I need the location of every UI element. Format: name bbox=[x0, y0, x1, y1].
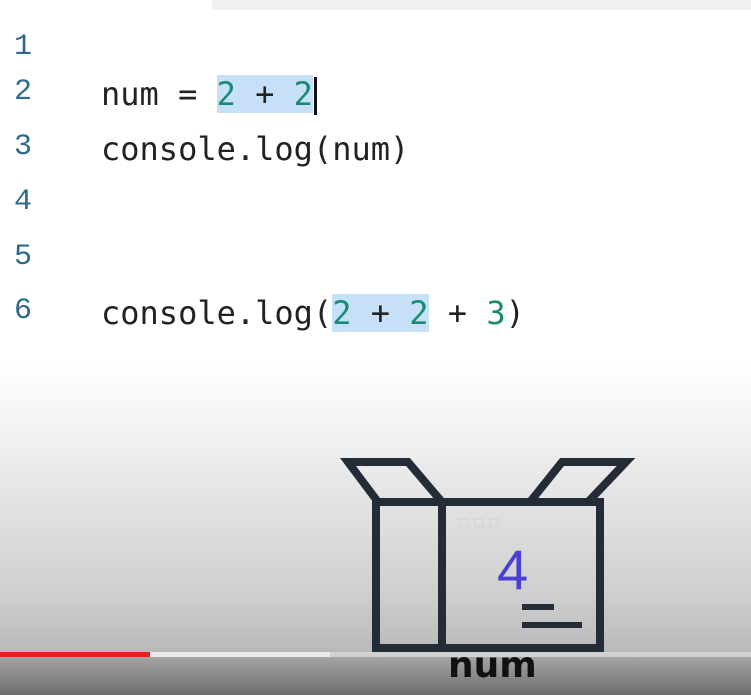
number-literal: 3 bbox=[486, 294, 506, 332]
code-line-4: 4 bbox=[0, 185, 751, 239]
code-line-6[interactable]: 6 console.log(2 + 2 + 3) bbox=[0, 294, 751, 348]
number-literal: 2 bbox=[216, 75, 236, 113]
text-cursor bbox=[313, 77, 317, 115]
progress-played bbox=[0, 652, 150, 657]
code-line-3[interactable]: 3 console.log(num) bbox=[0, 130, 751, 184]
line-number: 5 bbox=[14, 240, 33, 274]
number-literal: 2 bbox=[409, 294, 429, 332]
line-number: 6 bbox=[14, 294, 33, 328]
selection-highlight: 2 + 2 bbox=[332, 294, 429, 332]
top-bar bbox=[212, 0, 751, 10]
line-number: 1 bbox=[14, 30, 33, 64]
close-paren: ) bbox=[505, 294, 525, 332]
code-line-2[interactable]: 2 num = 2 + 2 bbox=[0, 75, 751, 129]
video-progress-bar[interactable] bbox=[0, 652, 751, 657]
code-line-5: 5 bbox=[0, 240, 751, 294]
player-shade bbox=[0, 657, 751, 695]
box-right-flap bbox=[521, 458, 636, 506]
code-text[interactable]: console.log(num) bbox=[101, 130, 409, 168]
box-value: 4 bbox=[497, 538, 529, 601]
line-number: 4 bbox=[14, 185, 33, 219]
selection-highlight: 2 + 2 bbox=[216, 75, 313, 113]
code-prefix: num = bbox=[101, 75, 217, 113]
number-literal: 2 bbox=[332, 294, 352, 332]
operator: + bbox=[428, 294, 487, 332]
code-editor[interactable]: 1 2 num = 2 + 2 3 console.log(num) 4 5 6… bbox=[0, 10, 751, 370]
operator: + bbox=[235, 75, 294, 113]
operator: + bbox=[351, 294, 410, 332]
code-prefix: console.log( bbox=[101, 294, 333, 332]
line-number: 2 bbox=[14, 75, 33, 109]
variable-box-illustration bbox=[340, 458, 636, 652]
code-text[interactable]: num = 2 + 2 bbox=[101, 75, 317, 115]
underscore-mark bbox=[522, 604, 554, 610]
line-number: 3 bbox=[14, 130, 33, 164]
box-left-flap bbox=[340, 458, 451, 506]
number-literal: 2 bbox=[293, 75, 313, 113]
code-text[interactable]: console.log(2 + 2 + 3) bbox=[101, 294, 525, 332]
underscore-mark bbox=[522, 622, 582, 628]
